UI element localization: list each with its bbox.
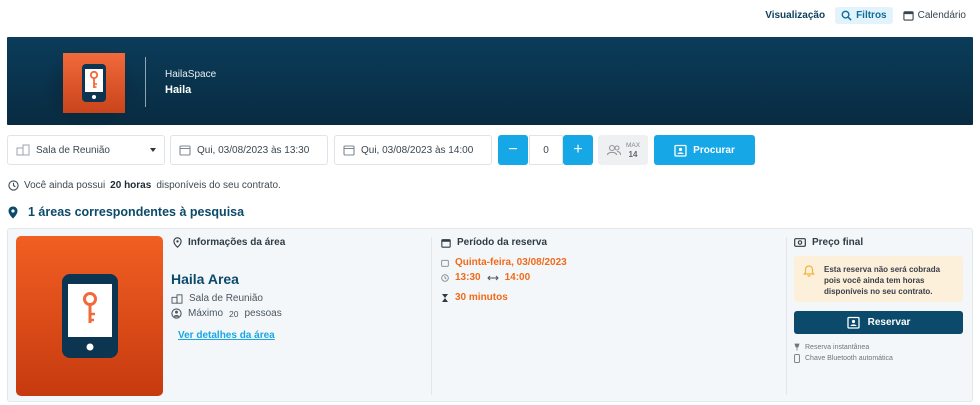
reservation-date: Quinta-feira, 03/08/2023 bbox=[441, 257, 567, 268]
hourglass-icon bbox=[442, 293, 448, 302]
money-icon bbox=[794, 238, 806, 247]
group-icon bbox=[171, 308, 182, 319]
clock-icon bbox=[441, 273, 449, 282]
max-capacity-badge: MAX 14 bbox=[598, 135, 648, 165]
calendar-person-icon bbox=[674, 144, 687, 157]
start-datetime-value: Qui, 03/08/2023 às 13:30 bbox=[197, 144, 310, 156]
bell-icon bbox=[803, 265, 815, 277]
area-result-card: Informações da área Haila Area Sala de R… bbox=[7, 228, 973, 402]
page: Visualização Filtros Calendário HailaSpa… bbox=[0, 0, 980, 405]
price-heading: Preço final bbox=[794, 237, 863, 248]
column-divider bbox=[786, 237, 787, 395]
no-charge-notice: Esta reserva não será cobrada pois você … bbox=[794, 256, 963, 302]
instant-booking-feature: Reserva instantânea bbox=[794, 343, 869, 351]
decrement-button[interactable]: − bbox=[498, 135, 528, 165]
area-details-link[interactable]: Ver detalhes da área bbox=[178, 330, 275, 341]
column-divider bbox=[431, 237, 432, 395]
search-button[interactable]: Procurar bbox=[654, 135, 755, 165]
area-thumbnail[interactable] bbox=[16, 236, 163, 396]
chevron-down-icon bbox=[150, 148, 156, 152]
start-datetime-field[interactable]: Qui, 03/08/2023 às 13:30 bbox=[170, 135, 328, 165]
reservation-time: 13:30 14:00 bbox=[441, 272, 530, 283]
max-value: 14 bbox=[628, 150, 638, 159]
area-room-type: Sala de Reunião bbox=[171, 293, 263, 304]
calendar-person-icon bbox=[846, 316, 860, 329]
reservation-duration: 30 minutos bbox=[441, 292, 508, 303]
arrow-both-icon bbox=[486, 275, 499, 280]
building-icon bbox=[16, 144, 30, 156]
search-button-label: Procurar bbox=[693, 144, 735, 156]
max-label: MAX bbox=[625, 142, 641, 149]
area-capacity: Máximo 20 pessoas bbox=[171, 308, 282, 319]
contract-hours-info: Você ainda possui 20 horas disponíveis do … bbox=[8, 180, 281, 191]
space-banner: HailaSpace Haila bbox=[7, 37, 973, 131]
space-name: Haila bbox=[165, 84, 192, 96]
filters-button[interactable]: Filtros bbox=[835, 6, 893, 24]
calendar-icon bbox=[343, 144, 355, 156]
view-toolbar: Visualização Filtros Calendário bbox=[759, 4, 972, 26]
people-count-input[interactable]: 0 bbox=[529, 135, 563, 165]
increment-button[interactable]: + bbox=[563, 135, 593, 165]
area-name: Haila Area bbox=[171, 271, 239, 287]
pin-icon bbox=[794, 343, 800, 351]
room-type-select[interactable]: Sala de Reunião bbox=[7, 135, 165, 165]
calendar-icon bbox=[902, 10, 914, 21]
banner-divider bbox=[145, 57, 146, 107]
reserve-button[interactable]: Reservar bbox=[794, 311, 963, 334]
calendar-icon bbox=[441, 238, 451, 248]
people-icon bbox=[606, 144, 621, 156]
end-datetime-field[interactable]: Qui, 03/08/2023 às 14:00 bbox=[334, 135, 492, 165]
calendar-label: Calendário bbox=[917, 9, 966, 21]
room-type-value: Sala de Reunião bbox=[36, 144, 110, 156]
phone-key-icon bbox=[82, 64, 106, 102]
visualizacao-label: Visualização bbox=[765, 9, 826, 21]
space-logo bbox=[63, 53, 125, 113]
period-heading: Período da reserva bbox=[441, 237, 547, 248]
calendar-icon bbox=[179, 144, 191, 156]
building-icon bbox=[171, 293, 183, 304]
calendar-icon bbox=[441, 259, 449, 267]
area-info-heading: Informações da área bbox=[173, 237, 285, 248]
clock-icon bbox=[8, 180, 19, 191]
map-pin-icon bbox=[8, 206, 18, 218]
phone-key-icon bbox=[61, 274, 118, 358]
results-count-label: 1 áreas correspondentes à pesquisa bbox=[28, 205, 245, 219]
bluetooth-key-feature: Chave Bluetooth automática bbox=[794, 354, 893, 363]
calendar-button[interactable]: Calendário bbox=[897, 7, 972, 24]
results-heading: 1 áreas correspondentes à pesquisa bbox=[8, 205, 244, 219]
map-pin-icon bbox=[173, 237, 182, 248]
search-icon bbox=[841, 10, 852, 21]
search-bar: Sala de Reunião Qui, 03/08/2023 às 13:30… bbox=[7, 135, 973, 167]
filters-label: Filtros bbox=[856, 9, 887, 21]
end-datetime-value: Qui, 03/08/2023 às 14:00 bbox=[361, 144, 474, 156]
available-hours: 20 horas bbox=[110, 180, 152, 191]
mobile-icon bbox=[794, 354, 800, 363]
brand-name: HailaSpace bbox=[165, 69, 217, 80]
